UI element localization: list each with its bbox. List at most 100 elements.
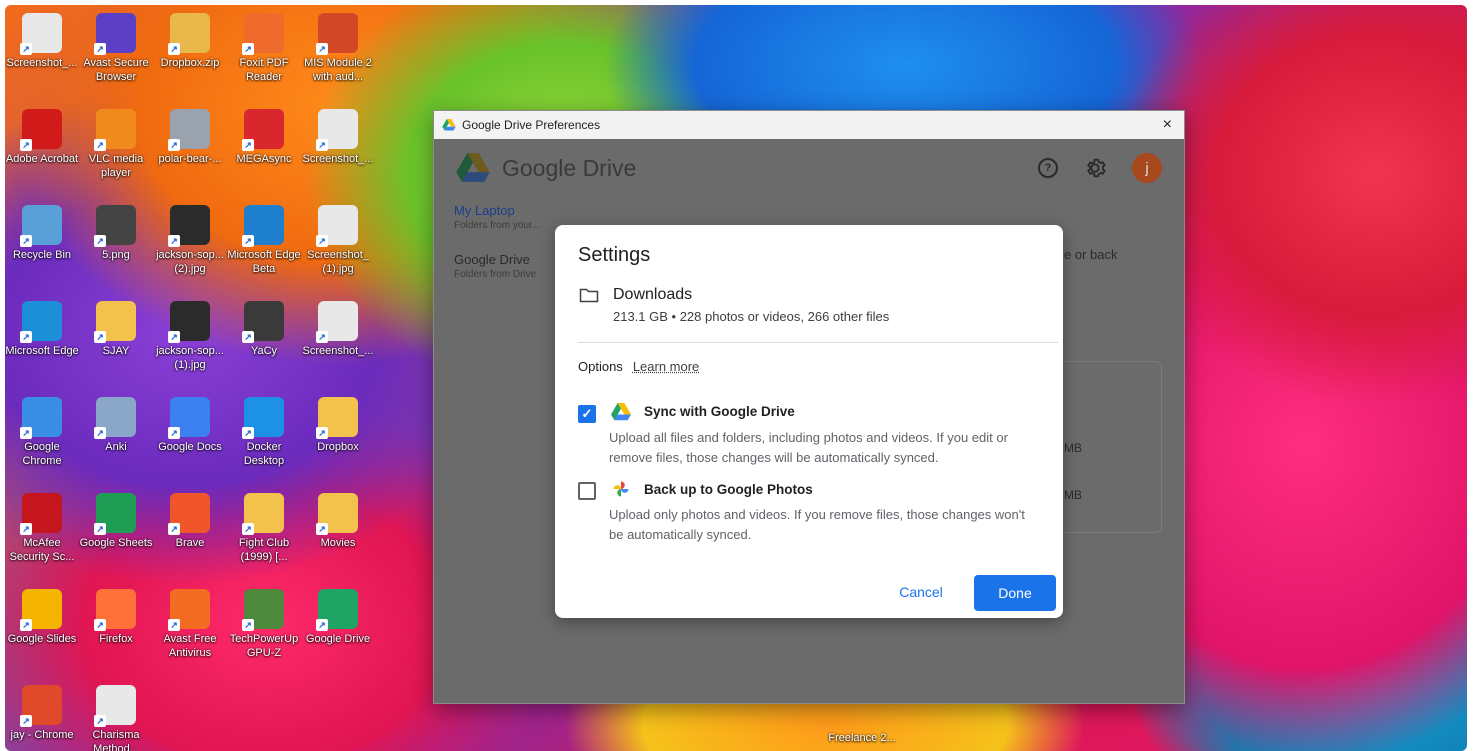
app-icon: ↗ — [20, 109, 62, 151]
desktop-icon-label: SJAY — [102, 345, 130, 357]
desktop-icon-label: Screenshot_... — [302, 345, 374, 357]
desktop-icon[interactable]: ↗ Firefox — [79, 589, 153, 646]
desktop-icon[interactable]: ↗ McAfee Security Sc... — [5, 493, 79, 564]
drive-brand: Google Drive — [502, 155, 636, 182]
desktop-icon-label: Avast Free Antivirus — [163, 633, 217, 659]
desktop-icon[interactable]: ↗ Google Docs — [153, 397, 227, 454]
app-icon: ↗ — [20, 301, 62, 343]
desktop-icon[interactable]: ↗ MIS Module 2 with aud... — [301, 13, 375, 84]
desktop-icon-label: Freelance 2... — [828, 732, 896, 744]
desktop-icon[interactable]: ↗ Charisma Method... — [79, 685, 153, 751]
desktop-icon-label: Google Slides — [7, 633, 77, 645]
shortcut-arrow-icon: ↗ — [20, 427, 32, 439]
desktop-icon[interactable]: ↗ Screenshot_... — [5, 13, 79, 70]
desktop-icon[interactable]: ↗ Screenshot_... — [301, 109, 375, 166]
google-drive-logo-icon — [456, 153, 490, 182]
backup-option-description: Upload only photos and videos. If you re… — [609, 507, 1025, 542]
desktop-icon[interactable]: ↗ 5.png — [79, 205, 153, 262]
desktop-icon-label: Screenshot_... — [302, 153, 374, 165]
app-icon: ↗ — [94, 109, 136, 151]
desktop-icon[interactable]: ↗ VLC media player — [79, 109, 153, 180]
desktop-icon[interactable]: ↗ SJAY — [79, 301, 153, 358]
desktop-icon[interactable]: ↗ Docker Desktop — [227, 397, 301, 468]
desktop-icon[interactable]: ↗ MEGAsync — [227, 109, 301, 166]
desktop-icon-label: jay - Chrome — [10, 729, 74, 741]
desktop-icon[interactable]: ↗ Adobe Acrobat — [5, 109, 79, 166]
desktop-icon-label: Dropbox — [317, 441, 359, 453]
desktop-icon-label: Recycle Bin — [12, 249, 72, 261]
desktop-icon-freelance[interactable]: Freelance 2... — [825, 731, 899, 745]
shortcut-arrow-icon: ↗ — [20, 43, 32, 55]
desktop-icon[interactable]: ↗ Dropbox.zip — [153, 13, 227, 70]
desktop-icon[interactable]: ↗ YaCy — [227, 301, 301, 358]
shortcut-arrow-icon: ↗ — [94, 619, 106, 631]
nav-item-my-laptop[interactable]: My Laptop Folders from your... — [454, 203, 540, 231]
app-icon: ↗ — [168, 589, 210, 631]
options-row: Options Learn more — [578, 359, 699, 374]
shortcut-arrow-icon: ↗ — [168, 619, 180, 631]
desktop-icon[interactable]: ↗ Avast Free Antivirus — [153, 589, 227, 660]
desktop-icon[interactable]: ↗ Google Drive — [301, 589, 375, 646]
desktop-icon[interactable]: ↗ Screenshot_ (1).jpg — [301, 205, 375, 276]
desktop-icon[interactable]: ↗ Brave — [153, 493, 227, 550]
desktop-icon[interactable]: ↗ jackson-sop... (2).jpg — [153, 205, 227, 276]
help-icon[interactable]: ? — [1038, 158, 1058, 178]
shortcut-arrow-icon: ↗ — [94, 43, 106, 55]
check-icon: ✓ — [581, 406, 593, 421]
nav-item-google-drive[interactable]: Google Drive Folders from Drive — [454, 252, 536, 280]
folder-size-label: MB — [1064, 441, 1082, 455]
desktop-icon[interactable]: ↗ TechPowerUp GPU-Z — [227, 589, 301, 660]
desktop-icon-label: MIS Module 2 with aud... — [304, 57, 372, 83]
app-icon: ↗ — [20, 13, 62, 55]
avatar[interactable]: j — [1132, 153, 1162, 183]
app-icon: ↗ — [316, 493, 358, 535]
sync-checkbox[interactable]: ✓ — [578, 405, 596, 423]
app-icon: ↗ — [94, 685, 136, 727]
desktop-icon[interactable]: ↗ Microsoft Edge — [5, 301, 79, 358]
desktop-icon[interactable]: ↗ Google Sheets — [79, 493, 153, 550]
done-button[interactable]: Done — [974, 575, 1056, 611]
desktop-icon[interactable]: ↗ Movies — [301, 493, 375, 550]
shortcut-arrow-icon: ↗ — [168, 331, 180, 343]
desktop-icon[interactable]: ↗ Recycle Bin — [5, 205, 79, 262]
app-icon: ↗ — [20, 205, 62, 247]
shortcut-arrow-icon: ↗ — [242, 619, 254, 631]
desktop-icon-label: jackson-sop... (1).jpg — [156, 345, 224, 371]
desktop-icon[interactable]: ↗ Foxit PDF Reader — [227, 13, 301, 84]
desktop-icon-label: Microsoft Edge Beta — [227, 249, 301, 275]
google-drive-icon — [611, 403, 631, 421]
backup-checkbox[interactable] — [578, 482, 596, 500]
desktop-icon-label: Screenshot_ (1).jpg — [307, 249, 369, 275]
desktop-icon-label: Google Drive — [305, 633, 371, 645]
desktop-icon-label: Firefox — [99, 633, 133, 645]
close-window-button[interactable]: × — [1159, 116, 1176, 134]
desktop-icon[interactable]: ↗ Google Slides — [5, 589, 79, 646]
learn-more-link[interactable]: Learn more — [633, 359, 699, 374]
background-description: e or back — [1064, 247, 1118, 262]
shortcut-arrow-icon: ↗ — [242, 139, 254, 151]
desktop-icon[interactable]: ↗ Screenshot_... — [301, 301, 375, 358]
sync-option-description: Upload all files and folders, including … — [609, 430, 1008, 465]
desktop-icon[interactable]: ↗ Dropbox — [301, 397, 375, 454]
desktop-icon[interactable]: ↗ jay - Chrome — [5, 685, 79, 742]
app-icon: ↗ — [242, 589, 284, 631]
cancel-button[interactable]: Cancel — [885, 575, 957, 609]
desktop-icon[interactable]: ↗ Avast Secure Browser — [79, 13, 153, 84]
sync-option-title: Sync with Google Drive — [644, 404, 795, 419]
desktop-icon-label: Movies — [320, 537, 356, 549]
desktop-icon[interactable]: ↗ Anki — [79, 397, 153, 454]
app-icon: ↗ — [94, 589, 136, 631]
desktop-icon[interactable]: ↗ Google Chrome — [5, 397, 79, 468]
app-icon: ↗ — [20, 397, 62, 439]
shortcut-arrow-icon: ↗ — [316, 43, 328, 55]
gear-icon[interactable] — [1084, 157, 1106, 179]
backup-option-title: Back up to Google Photos — [644, 482, 813, 497]
desktop-icon[interactable]: ↗ Fight Club (1999) [... — [227, 493, 301, 564]
desktop-icon-label: VLC media player — [88, 153, 144, 179]
desktop-icon[interactable]: ↗ jackson-sop... (1).jpg — [153, 301, 227, 372]
shortcut-arrow-icon: ↗ — [20, 523, 32, 535]
desktop-icon[interactable]: ↗ polar-bear-... — [153, 109, 227, 166]
desktop-icon-label: Charisma Method... — [92, 729, 140, 751]
shortcut-arrow-icon: ↗ — [316, 523, 328, 535]
desktop-icon[interactable]: ↗ Microsoft Edge Beta — [227, 205, 301, 276]
